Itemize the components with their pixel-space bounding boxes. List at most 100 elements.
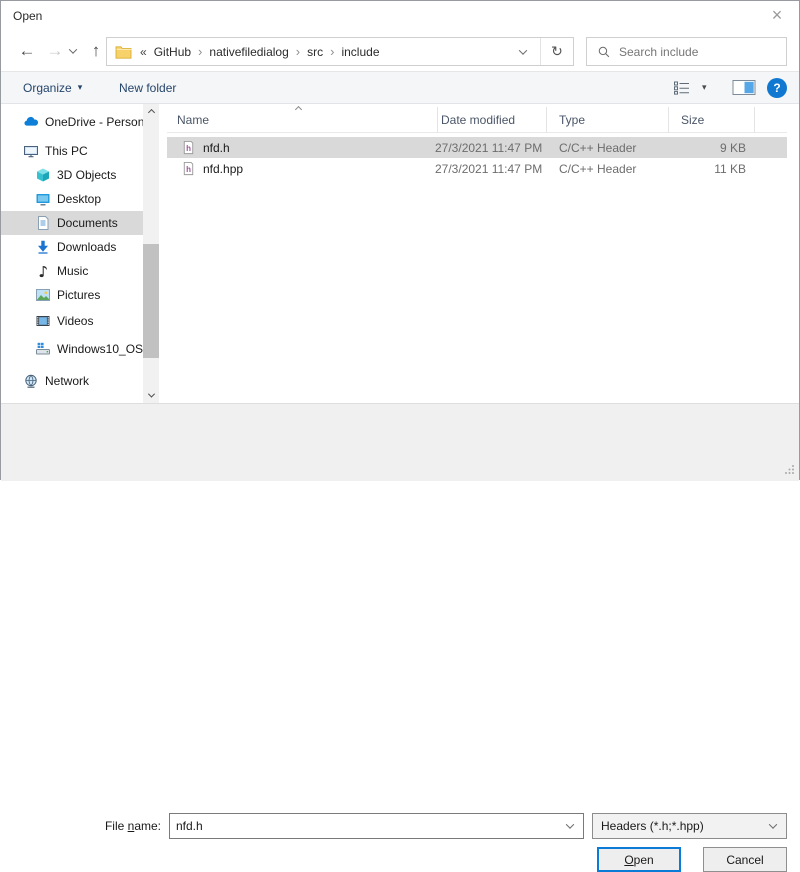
titlebar: Open × bbox=[1, 1, 799, 31]
sidebar-item-label: OneDrive - Personal bbox=[45, 115, 143, 129]
details-view-icon[interactable] bbox=[672, 71, 692, 104]
preview-pane-icon[interactable] bbox=[732, 71, 756, 104]
close-icon[interactable]: × bbox=[761, 1, 793, 31]
open-button[interactable]: Open bbox=[597, 847, 681, 872]
file-type-dropdown[interactable]: Headers (*.h;*.hpp) bbox=[592, 813, 787, 839]
column-header-type[interactable]: Type bbox=[559, 107, 585, 133]
new-folder-label: New folder bbox=[119, 81, 176, 95]
file-name: nfd.hpp bbox=[203, 162, 243, 176]
column-divider[interactable] bbox=[546, 107, 547, 133]
scroll-down-icon[interactable] bbox=[143, 387, 159, 403]
sidebar-item-downloads[interactable]: Downloads bbox=[1, 235, 143, 259]
chevron-down-icon[interactable] bbox=[566, 820, 574, 828]
sidebar-item-windows10-os-c[interactable]: Windows10_OS (C:) bbox=[1, 337, 143, 361]
search-icon bbox=[597, 45, 611, 59]
column-divider[interactable] bbox=[754, 107, 755, 133]
file-name-combo bbox=[169, 813, 584, 839]
breadcrumb-segment[interactable]: src bbox=[307, 45, 323, 59]
sidebar-item-label: Music bbox=[57, 264, 88, 278]
breadcrumb-segment[interactable]: nativefiledialog bbox=[209, 45, 288, 59]
help-button[interactable]: ? bbox=[767, 71, 787, 104]
breadcrumb-separator-icon: › bbox=[296, 44, 300, 59]
organize-label: Organize bbox=[23, 81, 72, 95]
view-options-caret-icon[interactable]: ▾ bbox=[702, 71, 707, 104]
table-row[interactable]: hnfd.hpp27/3/2021 11:47 PMC/C++ Header11… bbox=[167, 158, 787, 179]
chevron-down-icon bbox=[519, 46, 527, 54]
search-box[interactable] bbox=[586, 37, 787, 66]
header-file-icon: h bbox=[181, 161, 196, 176]
new-folder-button[interactable]: New folder bbox=[119, 71, 176, 104]
file-name-input[interactable] bbox=[170, 819, 567, 833]
sidebar-item-label: Pictures bbox=[57, 288, 100, 302]
3d-objects-icon bbox=[35, 167, 51, 183]
onedrive-icon bbox=[23, 114, 39, 130]
address-bar-controls: ↻ bbox=[506, 38, 573, 65]
sidebar-item-onedrive-personal[interactable]: OneDrive - Personal bbox=[1, 110, 143, 134]
file-size: 9 KB bbox=[669, 141, 746, 155]
column-header-name[interactable]: Name bbox=[177, 107, 209, 133]
scroll-up-icon[interactable] bbox=[143, 104, 159, 120]
file-date-modified: 27/3/2021 11:47 PM bbox=[435, 141, 542, 155]
footer: File name: Headers (*.h;*.hpp) Open Canc… bbox=[1, 403, 799, 481]
sidebar-scrollbar[interactable] bbox=[143, 104, 159, 403]
sidebar-item-label: 3D Objects bbox=[57, 168, 116, 182]
caret-down-icon: ▾ bbox=[78, 82, 83, 93]
svg-text:h: h bbox=[186, 144, 191, 153]
open-dialog: Open × ← → ↑ « GitHub›nativefiledialog›s… bbox=[0, 0, 800, 480]
breadcrumb-segment[interactable]: GitHub bbox=[154, 45, 191, 59]
sidebar-item-music[interactable]: Music bbox=[1, 259, 143, 283]
downloads-icon bbox=[35, 239, 51, 255]
sidebar-item-label: Documents bbox=[57, 216, 118, 230]
breadcrumb-segment[interactable]: include bbox=[341, 45, 379, 59]
sidebar-item-label: Windows10_OS (C:) bbox=[57, 342, 143, 356]
sidebar-item-this-pc[interactable]: This PC bbox=[1, 139, 143, 163]
refresh-icon[interactable]: ↻ bbox=[541, 38, 573, 65]
breadcrumb: GitHub › nativefiledialog › src › include bbox=[147, 44, 380, 59]
sidebar-item-pictures[interactable]: Pictures bbox=[1, 283, 143, 307]
file-type: C/C++ Header bbox=[559, 162, 636, 176]
sidebar-item-documents[interactable]: Documents bbox=[1, 211, 143, 235]
header-file-icon: h bbox=[181, 140, 196, 155]
column-header-date[interactable]: Date modified bbox=[441, 107, 515, 133]
svg-text:h: h bbox=[186, 165, 191, 174]
recent-locations-button[interactable] bbox=[65, 31, 81, 71]
sidebar-item-label: Downloads bbox=[57, 240, 116, 254]
address-bar[interactable]: « GitHub›nativefiledialog›src›include ↻ bbox=[106, 37, 574, 66]
desktop-icon bbox=[35, 191, 51, 207]
breadcrumb-separator-icon: › bbox=[330, 44, 334, 59]
sidebar-item-label: Videos bbox=[57, 314, 93, 328]
sidebar-item-label: This PC bbox=[45, 144, 88, 158]
breadcrumb-separator-icon: › bbox=[198, 44, 202, 59]
file-list-header: Name Date modified Type Size bbox=[167, 107, 787, 133]
sidebar-item-label: Network bbox=[45, 374, 89, 388]
sidebar-item-desktop[interactable]: Desktop bbox=[1, 187, 143, 211]
sidebar-item-3d-objects[interactable]: 3D Objects bbox=[1, 163, 143, 187]
folder-icon bbox=[115, 45, 132, 59]
organize-button[interactable]: Organize ▾ bbox=[23, 71, 82, 104]
music-icon bbox=[35, 263, 51, 279]
file-date-modified: 27/3/2021 11:47 PM bbox=[435, 162, 542, 176]
scrollbar-thumb[interactable] bbox=[143, 244, 159, 358]
sidebar-item-network[interactable]: Network bbox=[1, 369, 143, 393]
table-row[interactable]: hnfd.h27/3/2021 11:47 PMC/C++ Header9 KB bbox=[167, 137, 787, 158]
file-list: h nfd.h 27/3/2021 11:47 PM C/C++ Header 9 KB… bbox=[167, 137, 787, 179]
dialog-title: Open bbox=[13, 1, 42, 31]
navigation-pane: OneDrive - Personal This PC 3D Objects Desk… bbox=[1, 104, 143, 403]
file-type-value: Headers (*.h;*.hpp) bbox=[593, 819, 770, 833]
back-button[interactable]: ← bbox=[13, 31, 41, 71]
pictures-icon bbox=[35, 287, 51, 303]
network-icon bbox=[23, 373, 39, 389]
documents-icon bbox=[35, 215, 51, 231]
column-divider[interactable] bbox=[437, 107, 438, 133]
column-divider[interactable] bbox=[668, 107, 669, 133]
resize-grip-icon[interactable] bbox=[784, 464, 795, 478]
column-header-size[interactable]: Size bbox=[681, 107, 704, 133]
sidebar-item-videos[interactable]: Videos bbox=[1, 309, 143, 333]
drive-icon bbox=[35, 341, 51, 357]
file-name: nfd.h bbox=[203, 141, 230, 155]
this-pc-icon bbox=[23, 143, 39, 159]
address-dropdown-button[interactable] bbox=[506, 38, 540, 65]
search-input[interactable] bbox=[619, 45, 786, 59]
help-icon: ? bbox=[767, 78, 787, 98]
cancel-button[interactable]: Cancel bbox=[703, 847, 787, 872]
